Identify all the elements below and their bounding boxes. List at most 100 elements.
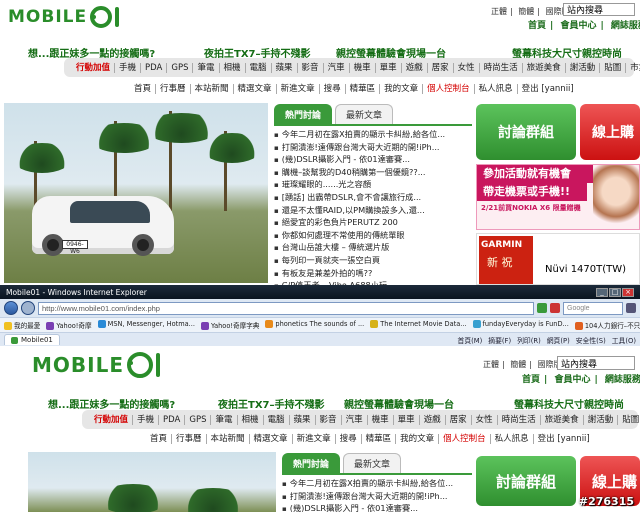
subnav-item-0-b[interactable]: 首頁 <box>146 434 173 444</box>
category-2[interactable]: PDA <box>141 62 168 73</box>
search-icon[interactable] <box>626 303 636 313</box>
promo-3-b[interactable]: 親控螢幕體驗會現場一台 <box>344 396 454 411</box>
category-13-b[interactable]: 居家 <box>446 414 472 425</box>
category-4-b[interactable]: 筆電 <box>211 414 238 425</box>
subnav-item-6[interactable]: 精華區 <box>345 84 381 94</box>
featured-photo-2[interactable] <box>28 452 276 512</box>
category-14-b[interactable]: 女性 <box>472 414 498 425</box>
category-14[interactable]: 女性 <box>454 62 480 73</box>
command-4[interactable]: 安全性(S) <box>576 335 606 345</box>
subnav-item-1[interactable]: 行事曆 <box>156 84 191 94</box>
back-arrow-icon[interactable] <box>4 301 18 315</box>
online-shop-banner[interactable]: 線上購 <box>580 104 640 160</box>
subnav-item-3-b[interactable]: 精選文章 <box>249 434 293 444</box>
category-0-b[interactable]: 行動加值 <box>90 414 134 425</box>
site-search-input-2[interactable] <box>557 356 635 370</box>
news-item-8[interactable]: 你都如何處理不常使用的傳統單眼 <box>274 230 472 243</box>
category-9-b[interactable]: 汽車 <box>342 414 368 425</box>
category-11[interactable]: 單車 <box>376 62 402 73</box>
subnav-item-2[interactable]: 本站新聞 <box>190 84 234 94</box>
favorite-1[interactable]: Yahoo!奇摩 <box>46 320 92 330</box>
subnav-item-1-b[interactable]: 行事曆 <box>172 434 207 444</box>
maximize-button[interactable]: □ <box>609 288 621 297</box>
tab-latest-articles[interactable]: 最新文章 <box>335 104 394 124</box>
command-2[interactable]: 列印(R) <box>517 335 541 345</box>
promo-1-b[interactable]: 想...跟正妹多一點的接觸嗎? <box>48 396 175 411</box>
news-item-1-b[interactable]: 打開潰澎!遠傳跟台灣大哥大近期的開!iPh... <box>282 491 472 504</box>
category-17[interactable]: 謝活動 <box>566 62 601 73</box>
command-0[interactable]: 首頁(M) <box>458 335 483 345</box>
news-item-4[interactable]: 璀璨耀眼的......光之容顏 <box>274 179 472 192</box>
tab-hot-discussion-2[interactable]: 熱門討論 <box>282 453 341 473</box>
category-18[interactable]: 貼圖 <box>600 62 627 73</box>
category-7[interactable]: 蘋果 <box>272 62 298 73</box>
command-3[interactable]: 網頁(P) <box>547 335 570 345</box>
subnav-item-3[interactable]: 精選文章 <box>233 84 277 94</box>
news-item-6[interactable]: 還是不太懂RAID,以PM購換設多入,還... <box>274 205 472 218</box>
subnav-item-8[interactable]: 個人控制台 <box>423 84 475 94</box>
subnav-item-2-b[interactable]: 本站新聞 <box>206 434 250 444</box>
subnav-item-9-b[interactable]: 私人訊息 <box>490 434 534 444</box>
news-item-2[interactable]: (幾)DSLR攝影入門 - 依01達審賽... <box>274 154 472 167</box>
category-2-b[interactable]: PDA <box>159 414 186 425</box>
site-logo[interactable]: MOBILE <box>8 6 120 28</box>
stop-icon[interactable] <box>550 303 560 313</box>
discussion-group-banner[interactable]: 討論群組 <box>476 104 576 160</box>
browser-tab[interactable]: Mobile01 <box>4 334 60 345</box>
category-15-b[interactable]: 時尚生活 <box>498 414 541 425</box>
subnav-item-6-b[interactable]: 精華區 <box>361 434 397 444</box>
category-16[interactable]: 旅遊美食 <box>523 62 566 73</box>
subnav-item-5-b[interactable]: 搜尋 <box>335 434 362 444</box>
user-nav-home[interactable]: 首頁 <box>528 21 546 31</box>
favorite-3[interactable]: Yahoo!奇摩字典 <box>200 320 259 330</box>
category-12[interactable]: 遊戲 <box>402 62 428 73</box>
category-8[interactable]: 影音 <box>298 62 324 73</box>
subnav-item-10-b[interactable]: 登出 [yannii] <box>534 434 594 444</box>
category-4[interactable]: 筆電 <box>193 62 220 73</box>
category-1[interactable]: 手機 <box>115 62 142 73</box>
user-nav-home-2[interactable]: 首頁 <box>522 375 540 385</box>
user-nav-blog-2[interactable]: 網誌服務 <box>605 375 640 385</box>
news-item-1[interactable]: 打開潰澎!遠傳跟台灣大哥大近期的開!iPh... <box>274 142 472 155</box>
category-11-b[interactable]: 單車 <box>394 414 420 425</box>
subnav-item-7[interactable]: 我的文章 <box>380 84 424 94</box>
lang-traditional-2[interactable]: 正體 <box>483 360 499 369</box>
user-nav-member[interactable]: 會員中心 <box>560 21 596 31</box>
user-nav-blog[interactable]: 網誌服務 <box>611 21 640 31</box>
favorite-4[interactable]: phonetics The sounds of ... <box>265 320 364 330</box>
campaign-ad[interactable]: 參加活動就有機會 帶走機票或手機!! 2/21前買NOKIA X6 限量贈機 <box>476 164 640 230</box>
subnav-item-5[interactable]: 搜尋 <box>319 84 346 94</box>
category-15[interactable]: 時尚生活 <box>480 62 523 73</box>
favorite-0[interactable]: 我的最愛 <box>4 320 40 330</box>
subnav-item-7-b[interactable]: 我的文章 <box>396 434 440 444</box>
promo-4-b[interactable]: 螢幕科技大尺寸親控時尚 <box>514 396 640 411</box>
category-6[interactable]: 電腦 <box>246 62 272 73</box>
command-5[interactable]: 工具(O) <box>612 335 636 345</box>
featured-photo[interactable]: 0946-W6 <box>4 103 268 283</box>
category-10[interactable]: 機車 <box>350 62 376 73</box>
category-18-b[interactable]: 貼圖 <box>618 415 640 425</box>
news-item-0[interactable]: 今年二月初在露X拍賣的顯示卡糾紛,給各位... <box>274 129 472 142</box>
news-item-11[interactable]: 有板友是兼差外拍的嗎?? <box>274 268 472 281</box>
category-5-b[interactable]: 相機 <box>238 414 264 425</box>
lang-simplified[interactable]: 簡體 <box>518 7 534 16</box>
category-5[interactable]: 相機 <box>220 62 246 73</box>
discussion-group-banner-2[interactable]: 討論群組 <box>476 456 576 506</box>
search-provider-box[interactable] <box>563 301 623 315</box>
favorite-2[interactable]: MSN, Messenger, Hotma... <box>97 320 195 330</box>
promo-2-b[interactable]: 夜拍王TX7–手持不殘影 <box>218 396 325 411</box>
forward-arrow-icon[interactable] <box>21 301 35 315</box>
category-1-b[interactable]: 手機 <box>133 414 160 425</box>
close-button[interactable]: × <box>622 288 634 297</box>
favorite-6[interactable]: fundayEveryday is FunD... <box>472 320 569 330</box>
user-nav-member-2[interactable]: 會員中心 <box>554 375 590 385</box>
command-1[interactable]: 摘要(F) <box>488 335 511 345</box>
site-logo-2[interactable]: MOBILE <box>32 352 160 378</box>
news-item-10[interactable]: 每列印一頁就夾一張空白頁 <box>274 255 472 268</box>
subnav-item-9[interactable]: 私人訊息 <box>474 84 518 94</box>
news-item-5[interactable]: [踴話] 出霸帶DSLR,會不會讓旅行成... <box>274 192 472 205</box>
tab-latest-articles-2[interactable]: 最新文章 <box>343 453 402 473</box>
category-0[interactable]: 行動加值 <box>72 62 116 73</box>
subnav-item-10[interactable]: 登出 [yannii] <box>518 84 578 94</box>
address-bar[interactable] <box>38 301 534 315</box>
